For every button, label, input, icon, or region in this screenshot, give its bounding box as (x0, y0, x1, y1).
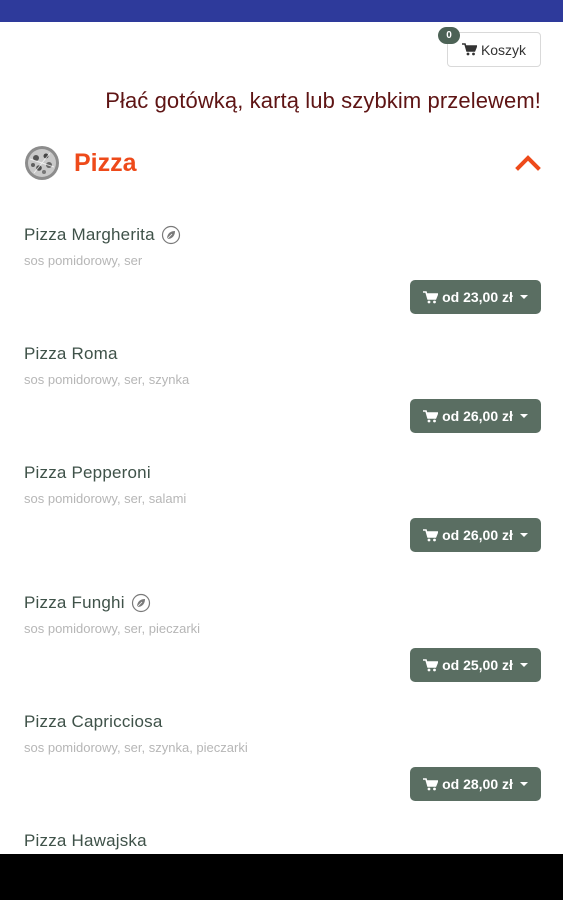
payment-headline: Płać gotówką, kartą lub szybkim przelewe… (105, 88, 541, 113)
price-label: od 26,00 zł (442, 527, 513, 543)
menu-item-name-row: Pizza Hawajska (24, 830, 541, 852)
chevron-up-icon[interactable] (515, 153, 541, 171)
cart-button[interactable]: 0 Koszyk (438, 27, 541, 67)
menu-item: Pizza Margherita sos pomidorowy, ser od (24, 224, 541, 334)
cart-icon (423, 290, 439, 304)
menu-item-name-row: Pizza Roma (24, 343, 541, 365)
add-to-cart-price-button[interactable]: od 25,00 zł (410, 648, 541, 682)
pizza-thumbnail-icon (24, 145, 60, 181)
navigation-bar (0, 854, 563, 900)
vegetarian-leaf-icon (131, 593, 151, 613)
category-title: Pizza (74, 148, 137, 177)
caret-down-icon (519, 663, 528, 667)
menu-item-name-row: Pizza Margherita (24, 224, 541, 246)
menu-page: 0 Koszyk Płać gotówką, kartą lub szybkim… (0, 22, 563, 854)
menu-item-name: Pizza Capricciosa (24, 712, 163, 731)
menu-item: Pizza Funghi sos pomidorowy, ser, piecza… (24, 592, 541, 702)
cart-label: Koszyk (480, 41, 527, 58)
menu-item-name: Pizza Margherita (24, 225, 155, 244)
cart-icon (423, 658, 439, 672)
cart-icon (423, 409, 439, 423)
caret-down-icon (519, 414, 528, 418)
menu-item-description: sos pomidorowy, ser, salami (24, 491, 187, 506)
menu-item: Pizza Hawajska (24, 830, 541, 854)
menu-item-name: Pizza Funghi (24, 593, 125, 612)
price-label: od 23,00 zł (442, 289, 513, 305)
add-to-cart-price-button[interactable]: od 28,00 zł (410, 767, 541, 801)
cart-count-badge: 0 (438, 27, 460, 44)
menu-item-name-row: Pizza Pepperoni (24, 462, 541, 484)
add-to-cart-price-button[interactable]: od 23,00 zł (410, 280, 541, 314)
menu-item-description: sos pomidorowy, ser, pieczarki (24, 621, 201, 636)
menu-item: Pizza Capricciosa sos pomidorowy, ser, s… (24, 711, 541, 821)
menu-item: Pizza Roma sos pomidorowy, ser, szynka o… (24, 343, 541, 453)
vegetarian-leaf-icon (161, 225, 181, 245)
price-label: od 26,00 zł (442, 408, 513, 424)
add-to-cart-price-button[interactable]: od 26,00 zł (410, 399, 541, 433)
menu-item-name-row: Pizza Funghi (24, 592, 541, 614)
price-label: od 28,00 zł (442, 776, 513, 792)
cart-icon (461, 43, 477, 56)
menu-item-name: Pizza Pepperoni (24, 463, 151, 482)
cart-icon (423, 777, 439, 791)
caret-down-icon (519, 533, 528, 537)
menu-item-name: Pizza Roma (24, 344, 118, 363)
price-label: od 25,00 zł (442, 657, 513, 673)
menu-item: Pizza Pepperoni sos pomidorowy, ser, sal… (24, 462, 541, 572)
menu-item-name: Pizza Hawajska (24, 831, 147, 850)
cart-icon (423, 528, 439, 542)
menu-item-description: sos pomidorowy, ser, szynka, pieczarki (24, 740, 248, 755)
caret-down-icon (519, 295, 528, 299)
add-to-cart-price-button[interactable]: od 26,00 zł (410, 518, 541, 552)
status-bar (0, 0, 563, 22)
menu-item-description: sos pomidorowy, ser (24, 253, 143, 268)
menu-item-name-row: Pizza Capricciosa (24, 711, 541, 733)
menu-item-description: sos pomidorowy, ser, szynka (24, 372, 190, 387)
category-header-pizza[interactable]: Pizza (24, 144, 541, 182)
caret-down-icon (519, 782, 528, 786)
